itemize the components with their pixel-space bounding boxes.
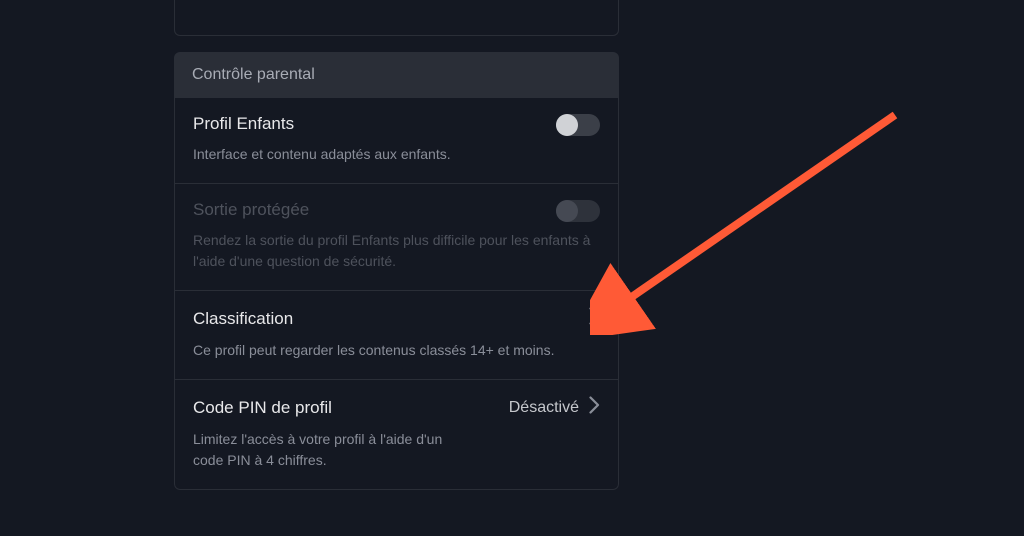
protected-exit-title: Sortie protégée (193, 200, 600, 220)
profile-pin-desc: Limitez l'accès à votre profil à l'aide … (193, 429, 453, 471)
classification-row[interactable]: Classification Ce profil peut regarder l… (174, 291, 619, 380)
protected-exit-toggle (556, 200, 600, 222)
chevron-right-icon (589, 307, 600, 330)
annotation-arrow (590, 95, 930, 335)
parental-control-section: Contrôle parental Profil Enfants Interfa… (174, 52, 619, 490)
protected-exit-row: Sortie protégée Rendez la sortie du prof… (174, 184, 619, 291)
classification-desc: Ce profil peut regarder les contenus cla… (193, 340, 600, 361)
chevron-right-icon (589, 396, 600, 419)
kids-profile-title: Profil Enfants (193, 114, 600, 134)
profile-pin-row[interactable]: Code PIN de profil Désactivé Limitez l'a… (174, 380, 619, 490)
profile-pin-status: Désactivé (509, 399, 579, 417)
footer-bar (0, 536, 1024, 547)
kids-profile-desc: Interface et contenu adaptés aux enfants… (193, 144, 600, 165)
kids-profile-toggle[interactable] (556, 114, 600, 136)
kids-profile-row: Profil Enfants Interface et contenu adap… (174, 98, 619, 184)
toggle-knob (556, 200, 578, 222)
previous-section-bottom (174, 0, 619, 36)
section-title: Contrôle parental (192, 66, 315, 83)
section-header: Contrôle parental (174, 52, 619, 98)
toggle-knob (556, 114, 578, 136)
protected-exit-desc: Rendez la sortie du profil Enfants plus … (193, 230, 600, 272)
profile-pin-title: Code PIN de profil (193, 398, 332, 418)
classification-title: Classification (193, 309, 293, 329)
